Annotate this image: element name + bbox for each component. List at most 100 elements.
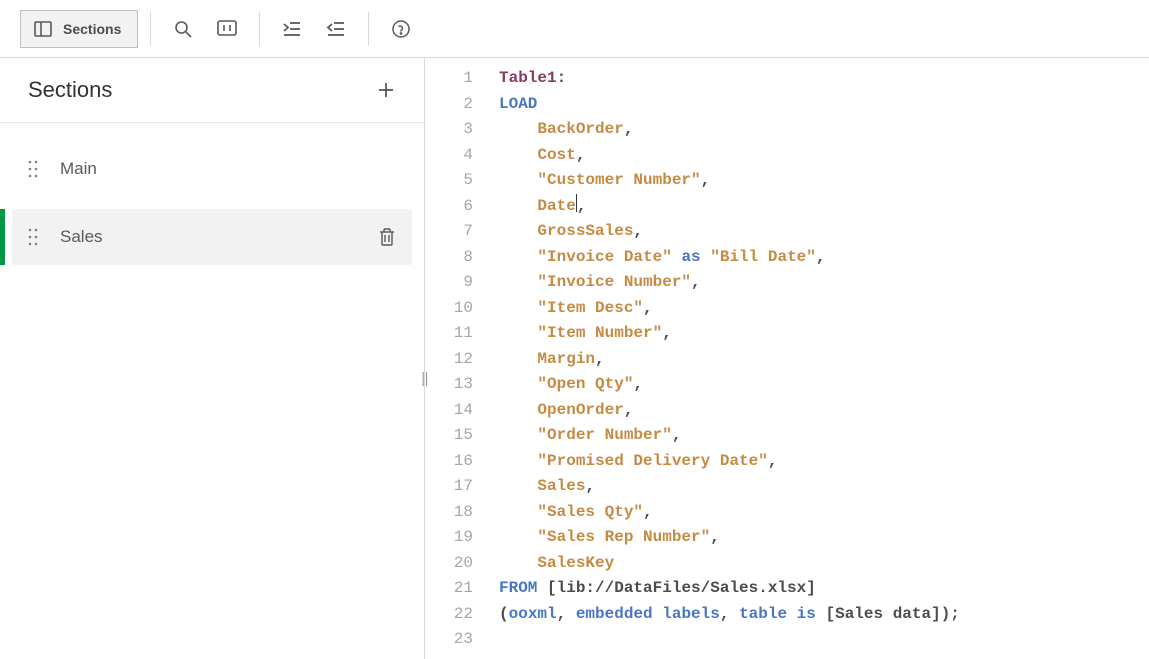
delete-section-button[interactable] bbox=[378, 227, 396, 247]
outdent-icon bbox=[325, 19, 347, 39]
code-line[interactable]: BackOrder, bbox=[499, 117, 1149, 143]
code-line[interactable]: LOAD bbox=[499, 92, 1149, 118]
code-line[interactable]: Sales, bbox=[499, 474, 1149, 500]
outdent-button[interactable] bbox=[316, 10, 356, 48]
code-token: , bbox=[577, 197, 587, 215]
drag-handle-icon[interactable] bbox=[28, 160, 38, 178]
code-token bbox=[701, 248, 711, 266]
code-line[interactable]: Margin, bbox=[499, 347, 1149, 373]
line-number: 5 bbox=[425, 168, 473, 194]
code-line[interactable]: Date, bbox=[499, 194, 1149, 220]
line-number: 17 bbox=[425, 474, 473, 500]
code-token: table is bbox=[739, 605, 816, 623]
code-line[interactable]: "Promised Delivery Date", bbox=[499, 449, 1149, 475]
code-token: Date bbox=[537, 197, 575, 215]
help-icon bbox=[391, 19, 411, 39]
search-button[interactable] bbox=[163, 10, 203, 48]
code-token: , bbox=[595, 350, 605, 368]
code-token: , bbox=[624, 120, 634, 138]
code-token: , bbox=[701, 171, 711, 189]
toolbar-separator bbox=[368, 12, 369, 46]
code-line[interactable]: "Invoice Number", bbox=[499, 270, 1149, 296]
code-token: Sales bbox=[537, 477, 585, 495]
section-item-sales[interactable]: Sales bbox=[12, 209, 412, 265]
code-token: , bbox=[768, 452, 778, 470]
toolbar-separator bbox=[150, 12, 151, 46]
code-line[interactable]: "Sales Rep Number", bbox=[499, 525, 1149, 551]
line-number: 7 bbox=[425, 219, 473, 245]
code-token: "Sales Rep Number" bbox=[537, 528, 710, 546]
code-line[interactable]: "Item Number", bbox=[499, 321, 1149, 347]
code-token: BackOrder bbox=[537, 120, 623, 138]
drag-handle-icon[interactable] bbox=[28, 228, 38, 246]
main-area: Sections Main bbox=[0, 58, 1149, 659]
line-number: 3 bbox=[425, 117, 473, 143]
code-line[interactable] bbox=[499, 627, 1149, 653]
code-token: , bbox=[643, 299, 653, 317]
section-item-main[interactable]: Main bbox=[12, 141, 412, 197]
code-line[interactable]: FROM [lib://DataFiles/Sales.xlsx] bbox=[499, 576, 1149, 602]
code-token: OpenOrder bbox=[537, 401, 623, 419]
code-area[interactable]: Table1:LOAD BackOrder, Cost, "Customer N… bbox=[483, 58, 1149, 659]
line-number: 20 bbox=[425, 551, 473, 577]
splitter-handle[interactable]: ‖ bbox=[421, 371, 429, 387]
code-token: , bbox=[624, 401, 634, 419]
line-number: 9 bbox=[425, 270, 473, 296]
code-line[interactable]: (ooxml, embedded labels, table is [Sales… bbox=[499, 602, 1149, 628]
code-line[interactable]: "Order Number", bbox=[499, 423, 1149, 449]
code-token: , bbox=[816, 248, 826, 266]
comment-button[interactable] bbox=[207, 10, 247, 48]
code-token: [Sales data] bbox=[825, 605, 940, 623]
code-token: "Invoice Number" bbox=[537, 273, 691, 291]
line-number: 23 bbox=[425, 627, 473, 653]
code-token: "Order Number" bbox=[537, 426, 671, 444]
code-token: , bbox=[576, 146, 586, 164]
add-section-button[interactable] bbox=[372, 76, 400, 104]
code-line[interactable]: "Item Desc", bbox=[499, 296, 1149, 322]
indent-button[interactable] bbox=[272, 10, 312, 48]
code-token: SalesKey bbox=[537, 554, 614, 572]
code-token: : bbox=[557, 69, 567, 87]
line-number: 1 bbox=[425, 66, 473, 92]
section-item-label: Sales bbox=[60, 227, 356, 247]
code-line[interactable]: "Customer Number", bbox=[499, 168, 1149, 194]
line-number-gutter: 1234567891011121314151617181920212223 bbox=[425, 58, 483, 659]
code-line[interactable]: "Invoice Date" as "Bill Date", bbox=[499, 245, 1149, 271]
code-token: "Customer Number" bbox=[537, 171, 700, 189]
line-number: 21 bbox=[425, 576, 473, 602]
line-number: 19 bbox=[425, 525, 473, 551]
code-token: Cost bbox=[537, 146, 575, 164]
code-token bbox=[672, 248, 682, 266]
code-token: FROM bbox=[499, 579, 537, 597]
code-line[interactable]: OpenOrder, bbox=[499, 398, 1149, 424]
code-line[interactable]: SalesKey bbox=[499, 551, 1149, 577]
code-token: , bbox=[633, 375, 643, 393]
line-number: 12 bbox=[425, 347, 473, 373]
code-token: Margin bbox=[537, 350, 595, 368]
code-line[interactable]: GrossSales, bbox=[499, 219, 1149, 245]
code-token: "Item Number" bbox=[537, 324, 662, 342]
line-number: 18 bbox=[425, 500, 473, 526]
code-line[interactable]: Table1: bbox=[499, 66, 1149, 92]
line-number: 15 bbox=[425, 423, 473, 449]
line-number: 13 bbox=[425, 372, 473, 398]
code-line[interactable]: "Open Qty", bbox=[499, 372, 1149, 398]
code-token: as bbox=[681, 248, 700, 266]
script-editor[interactable]: 1234567891011121314151617181920212223 Ta… bbox=[425, 58, 1149, 659]
line-number: 8 bbox=[425, 245, 473, 271]
panel-icon bbox=[33, 19, 53, 39]
code-token: , bbox=[557, 605, 576, 623]
code-line[interactable]: "Sales Qty", bbox=[499, 500, 1149, 526]
code-token: , bbox=[643, 503, 653, 521]
code-token: "Bill Date" bbox=[710, 248, 816, 266]
code-token: , bbox=[720, 605, 739, 623]
code-line[interactable]: Cost, bbox=[499, 143, 1149, 169]
line-number: 11 bbox=[425, 321, 473, 347]
help-button[interactable] bbox=[381, 10, 421, 48]
code-token: , bbox=[710, 528, 720, 546]
code-token: "Invoice Date" bbox=[537, 248, 671, 266]
code-token: embedded labels bbox=[576, 605, 720, 623]
line-number: 10 bbox=[425, 296, 473, 322]
sections-button[interactable]: Sections bbox=[20, 10, 138, 48]
code-token: "Promised Delivery Date" bbox=[537, 452, 767, 470]
